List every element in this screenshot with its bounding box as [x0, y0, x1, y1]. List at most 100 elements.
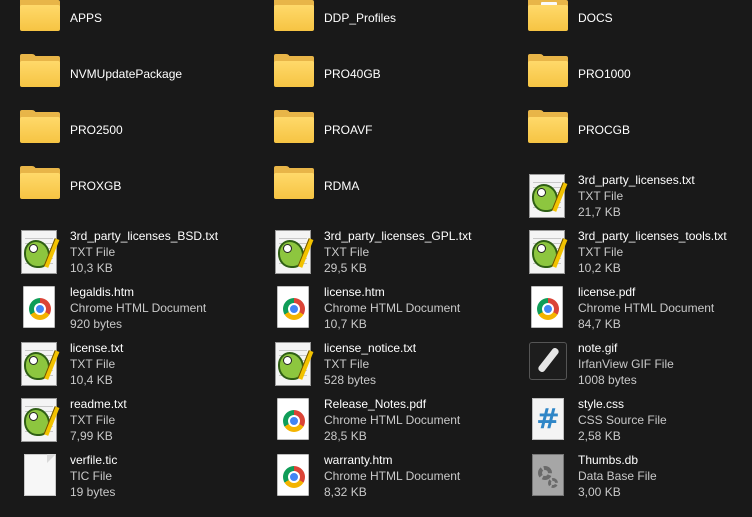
folder-item[interactable]: PRO1000 — [508, 46, 752, 102]
file-size: 920 bytes — [70, 317, 123, 331]
file-type: TXT File — [70, 357, 116, 371]
file-item[interactable]: license.pdf Chrome HTML Document 84,7 KB — [508, 280, 752, 336]
file-name: 3rd_party_licenses_BSD.txt — [70, 229, 219, 243]
notepad-plus-plus-icon — [273, 340, 315, 388]
file-size: 2,58 KB — [578, 429, 621, 443]
notepad-plus-plus-icon — [273, 228, 315, 276]
folder-item[interactable]: RDMA — [254, 158, 504, 214]
file-name: license.txt — [70, 341, 124, 355]
css-file-icon: # — [527, 396, 569, 444]
folder-icon — [273, 162, 315, 210]
folder-item[interactable]: PRO40GB — [254, 46, 504, 102]
file-name: 3rd_party_licenses_tools.txt — [578, 229, 727, 243]
notepad-plus-plus-icon — [19, 396, 61, 444]
folder-icon — [273, 50, 315, 98]
folder-icon — [527, 106, 569, 154]
file-item[interactable]: note.gif IrfanView GIF File 1008 bytes — [508, 336, 752, 392]
file-name: 3rd_party_licenses.txt — [578, 173, 695, 187]
file-name: readme.txt — [70, 397, 127, 411]
file-type: Chrome HTML Document — [324, 413, 461, 427]
file-name: PROXGB — [70, 178, 122, 193]
file-type: Chrome HTML Document — [70, 301, 207, 315]
folder-item[interactable]: PROCGB — [508, 102, 752, 158]
file-grid: APPS DDP_Profiles DOCS NVMUpdatePackage … — [0, 0, 752, 517]
file-size: 10,2 KB — [578, 261, 621, 275]
notepad-plus-plus-icon — [19, 340, 61, 388]
file-name: APPS — [70, 10, 103, 25]
file-item[interactable]: 3rd_party_licenses_tools.txt TXT File 10… — [508, 224, 752, 280]
file-type: TXT File — [324, 245, 370, 259]
file-name: DDP_Profiles — [324, 10, 397, 25]
file-size: 10,7 KB — [324, 317, 367, 331]
file-item[interactable]: 3rd_party_licenses_GPL.txt TXT File 29,5… — [254, 224, 504, 280]
file-item[interactable]: Release_Notes.pdf Chrome HTML Document 2… — [254, 392, 504, 448]
notepad-plus-plus-icon — [527, 228, 569, 276]
folder-item[interactable]: DDP_Profiles — [254, 0, 504, 46]
file-item[interactable]: verfile.tic TIC File 19 bytes — [0, 448, 250, 504]
folder-item[interactable]: APPS — [0, 0, 250, 46]
chrome-html-icon — [273, 396, 315, 444]
file-item[interactable]: warranty.htm Chrome HTML Document 8,32 K… — [254, 448, 504, 504]
file-type: Chrome HTML Document — [324, 301, 461, 315]
generic-file-icon — [19, 452, 61, 500]
file-size: 10,3 KB — [70, 261, 113, 275]
file-type: TXT File — [70, 245, 116, 259]
file-name: license_notice.txt — [324, 341, 417, 355]
file-name: 3rd_party_licenses_GPL.txt — [324, 229, 472, 243]
folder-item[interactable]: PROXGB — [0, 158, 250, 214]
file-name: Release_Notes.pdf — [324, 397, 427, 411]
folder-item[interactable]: NVMUpdatePackage — [0, 46, 250, 102]
file-name: license.htm — [324, 285, 385, 299]
database-file-icon — [527, 452, 569, 500]
file-type: TXT File — [70, 413, 116, 427]
irfanview-gif-icon — [527, 340, 569, 388]
folder-icon — [19, 0, 61, 42]
file-item[interactable]: legaldis.htm Chrome HTML Document 920 by… — [0, 280, 250, 336]
file-item[interactable]: license.htm Chrome HTML Document 10,7 KB — [254, 280, 504, 336]
file-name: warranty.htm — [324, 453, 393, 467]
file-item[interactable]: 3rd_party_licenses_BSD.txt TXT File 10,3… — [0, 224, 250, 280]
file-size: 19 bytes — [70, 485, 116, 499]
folder-icon — [19, 162, 61, 210]
folder-item[interactable]: PRO2500 — [0, 102, 250, 158]
file-item[interactable]: # style.css CSS Source File 2,58 KB — [508, 392, 752, 448]
file-name: verfile.tic — [70, 453, 118, 467]
chrome-html-icon — [527, 284, 569, 332]
folder-doc-icon — [527, 0, 569, 42]
chrome-html-icon — [273, 452, 315, 500]
file-type: CSS Source File — [578, 413, 667, 427]
file-name: Thumbs.db — [578, 453, 639, 467]
file-size: 7,99 KB — [70, 429, 113, 443]
file-size: 10,4 KB — [70, 373, 113, 387]
file-item[interactable]: Thumbs.db Data Base File 3,00 KB — [508, 448, 752, 504]
notepad-plus-plus-icon — [527, 172, 569, 220]
file-name: style.css — [578, 397, 625, 411]
folder-icon — [273, 0, 315, 42]
file-type: TXT File — [578, 189, 624, 203]
folder-item[interactable]: PROAVF — [254, 102, 504, 158]
file-type: TIC File — [70, 469, 112, 483]
folder-icon — [19, 106, 61, 154]
file-name: PRO1000 — [578, 66, 631, 81]
folder-icon — [19, 50, 61, 98]
folder-item[interactable]: DOCS — [508, 0, 752, 46]
file-size: 29,5 KB — [324, 261, 367, 275]
folder-icon — [273, 106, 315, 154]
file-size: 528 bytes — [324, 373, 377, 387]
file-type: Data Base File — [578, 469, 657, 483]
file-item[interactable]: license.txt TXT File 10,4 KB — [0, 336, 250, 392]
file-size: 21,7 KB — [578, 205, 621, 219]
file-item[interactable]: license_notice.txt TXT File 528 bytes — [254, 336, 504, 392]
file-item[interactable]: 3rd_party_licenses.txt TXT File 21,7 KB — [508, 168, 752, 224]
file-name: PRO2500 — [70, 122, 123, 137]
file-name: PROCGB — [578, 122, 631, 137]
file-size: 28,5 KB — [324, 429, 367, 443]
folder-icon — [527, 50, 569, 98]
file-item[interactable]: readme.txt TXT File 7,99 KB — [0, 392, 250, 448]
chrome-html-icon — [273, 284, 315, 332]
file-name: note.gif — [578, 341, 618, 355]
file-type: TXT File — [324, 357, 370, 371]
chrome-html-icon — [19, 284, 61, 332]
file-size: 84,7 KB — [578, 317, 621, 331]
file-type: Chrome HTML Document — [324, 469, 461, 483]
